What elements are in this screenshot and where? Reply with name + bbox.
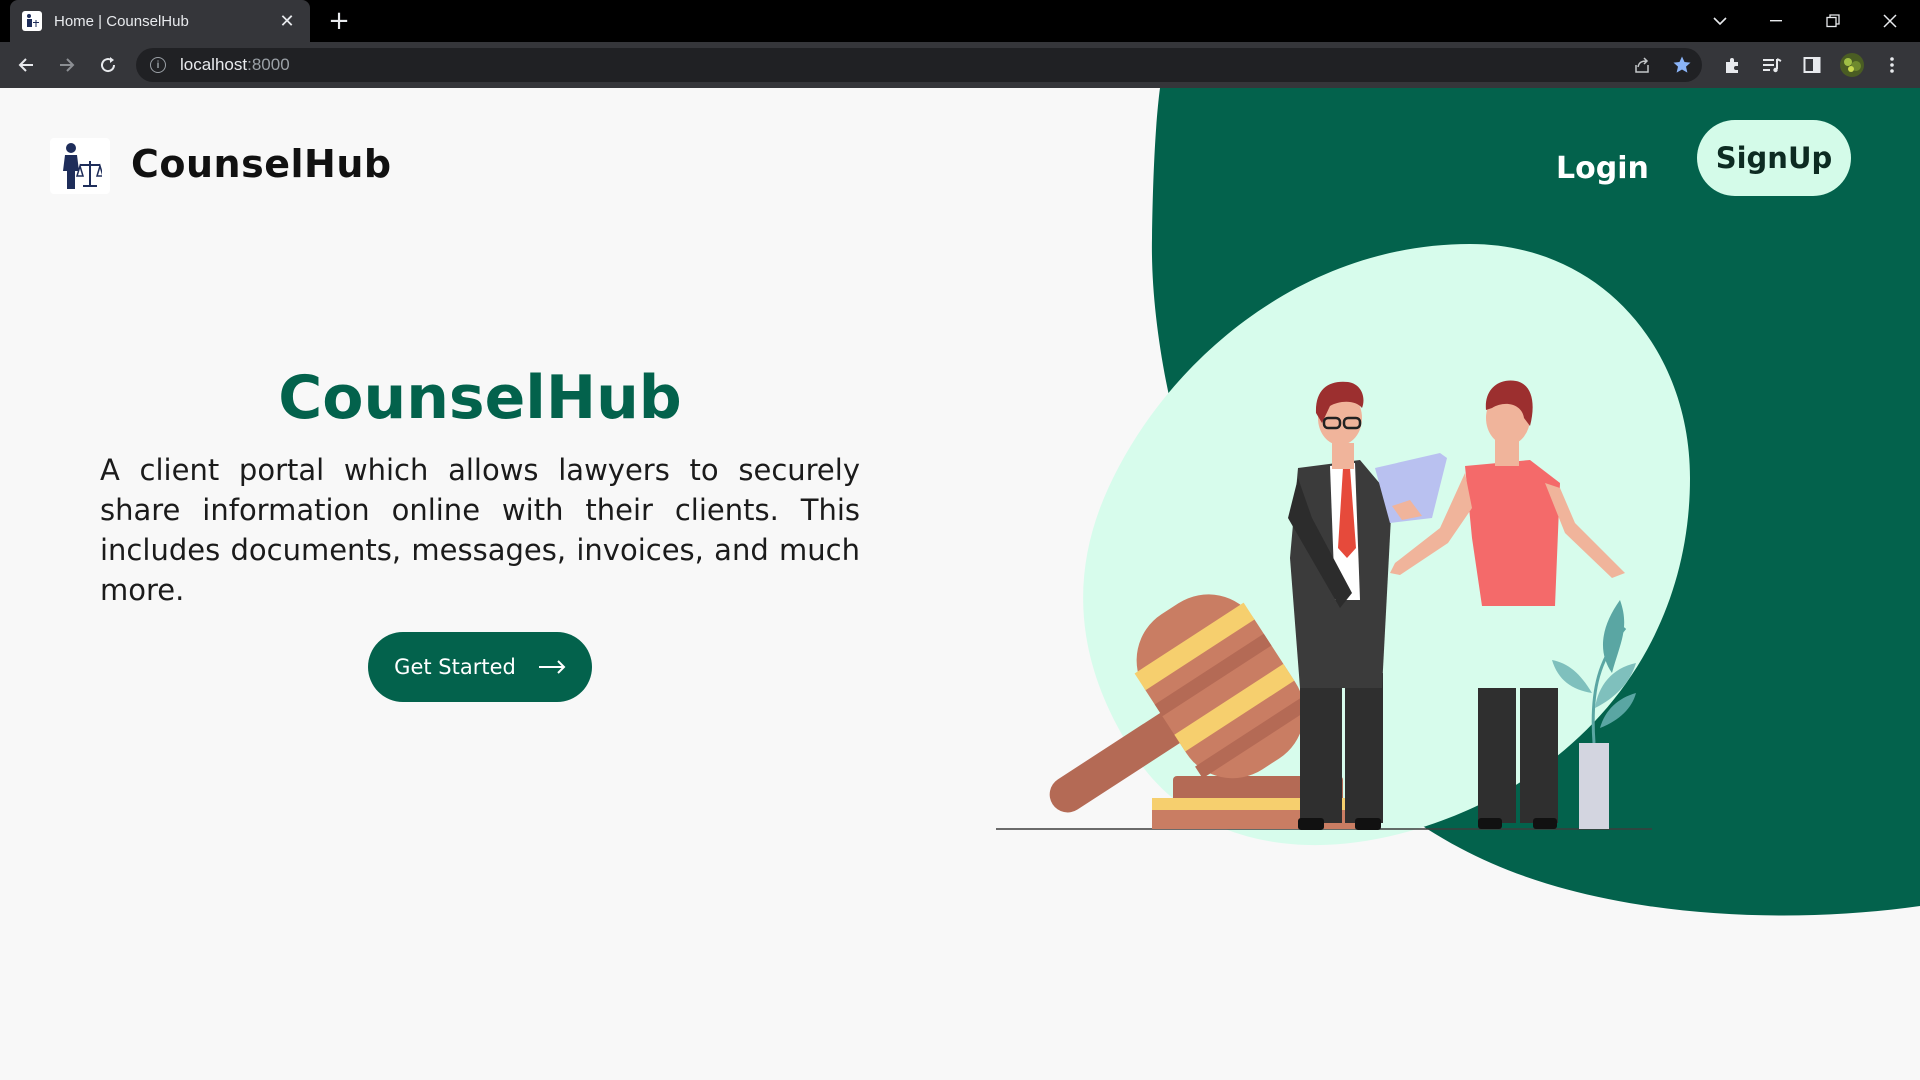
browser-toolbar: i localhost:8000 [0,42,1920,88]
web-page: CounselHub Login SignUp CounselHub A cli… [0,88,1920,1080]
arrow-right-icon [538,660,566,674]
media-control-icon[interactable] [1756,49,1788,81]
tab-strip: Home | CounselHub ✕ + [0,0,1920,42]
new-tab-icon[interactable]: + [324,6,354,36]
restore-icon[interactable] [1805,0,1861,42]
menu-icon[interactable] [1876,49,1908,81]
side-panel-icon[interactable] [1796,49,1828,81]
extensions-icon[interactable] [1716,49,1748,81]
hero-title: CounselHub [278,363,682,433]
address-bar[interactable]: i localhost:8000 [136,48,1702,82]
minimize-icon[interactable] [1748,0,1804,42]
share-icon[interactable] [1626,49,1658,81]
close-window-icon[interactable] [1862,0,1918,42]
reload-icon[interactable] [92,49,124,81]
url-host: localhost [180,55,248,74]
url-text: localhost:8000 [180,55,290,75]
tab-title: Home | CounselHub [54,12,189,30]
profile-avatar-icon[interactable] [1836,49,1868,81]
brand-name[interactable]: CounselHub [131,142,392,186]
close-tab-icon[interactable]: ✕ [276,11,298,32]
back-icon[interactable] [10,49,42,81]
url-port: :8000 [247,55,290,74]
site-logo[interactable] [50,138,110,194]
get-started-button[interactable]: Get Started [368,632,592,702]
signup-button[interactable]: SignUp [1697,120,1851,196]
tab-search-icon[interactable] [1692,0,1748,42]
favicon-icon [22,11,42,31]
bookmark-star-icon[interactable] [1666,49,1698,81]
browser-chrome: Home | CounselHub ✕ + i localhost:8000 [0,0,1920,88]
login-link[interactable]: Login [1556,138,1649,198]
hero-description: A client portal which allows lawyers to … [100,453,860,607]
lawyer-scales-logo-icon [63,143,102,189]
forward-icon[interactable] [51,49,83,81]
get-started-label: Get Started [394,655,516,679]
browser-tab[interactable]: Home | CounselHub ✕ [10,0,310,42]
site-info-icon[interactable]: i [150,57,166,73]
